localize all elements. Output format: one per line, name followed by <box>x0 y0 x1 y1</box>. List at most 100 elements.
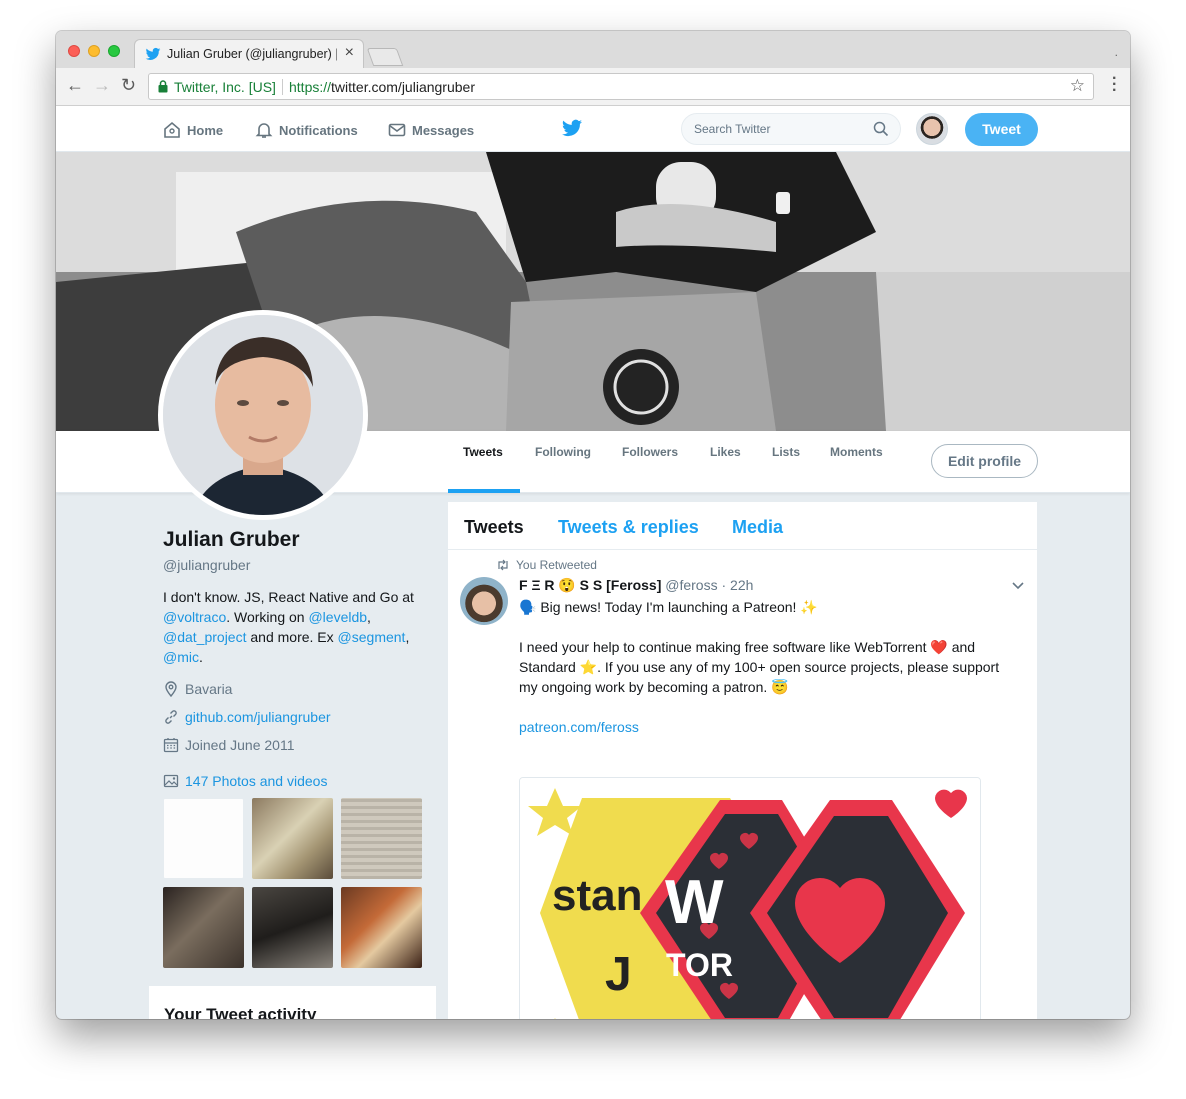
photos-videos-label[interactable]: 147 Photos and videos <box>185 773 327 789</box>
profile-tab-following[interactable]: Following <box>535 445 591 459</box>
tab-strip: Julian Gruber (@juliangruber) | × . <box>56 31 1130 68</box>
retweet-context: You Retweeted <box>496 558 597 572</box>
nav-home[interactable]: Home <box>163 121 223 139</box>
location-text: Bavaria <box>185 681 233 697</box>
envelope-icon <box>388 123 406 137</box>
tweet-button[interactable]: Tweet <box>965 113 1038 146</box>
profile-joined: Joined June 2011 <box>163 737 295 753</box>
tweet-text: 🗣️ Big news! Today I'm launching a Patre… <box>519 597 1019 737</box>
timeline-tabs: Tweets Tweets & replies Media <box>448 502 1037 550</box>
tweet-activity-card: Your Tweet activity <box>149 986 436 1019</box>
nav-notifications-label: Notifications <box>279 122 358 138</box>
new-tab-button[interactable] <box>366 48 404 66</box>
bio-text: . Working on <box>226 609 309 625</box>
minimize-window-button[interactable] <box>88 45 100 57</box>
profile-avatar-illustration <box>163 315 363 515</box>
profile-avatar[interactable] <box>158 310 368 520</box>
link-icon <box>165 710 177 724</box>
address-bar[interactable]: Twitter, Inc. [US] https://twitter.com/j… <box>148 73 1094 100</box>
browser-window: Julian Gruber (@juliangruber) | × . ← → … <box>56 31 1130 1019</box>
profile-name: Julian Gruber <box>163 528 300 551</box>
media-thumbnail[interactable] <box>252 887 333 968</box>
retweet-label: You Retweeted <box>516 558 597 572</box>
timeline-tab-media[interactable]: Media <box>732 517 783 538</box>
profile-tab-moments[interactable]: Moments <box>830 445 883 459</box>
profile-website[interactable]: github.com/juliangruber <box>163 709 331 725</box>
search-icon[interactable] <box>873 121 889 137</box>
photo-icon <box>163 774 179 788</box>
edit-profile-button[interactable]: Edit profile <box>931 444 1038 478</box>
card-text: TOR <box>666 947 733 983</box>
tweet-time[interactable]: · 22h <box>721 577 753 593</box>
profile-bio: I don't know. JS, React Native and Go at… <box>163 587 433 667</box>
media-thumbnail[interactable] <box>163 798 244 879</box>
bookmark-star-icon[interactable]: ☆ <box>1070 76 1085 96</box>
tweet-activity-title: Your Tweet activity <box>164 1005 317 1019</box>
forward-arrow-icon[interactable]: → <box>93 75 111 96</box>
nav-messages-label: Messages <box>412 122 475 138</box>
lock-icon <box>158 80 168 93</box>
bio-mention-segment[interactable]: @segment <box>338 629 406 645</box>
nav-notifications[interactable]: Notifications <box>255 121 358 139</box>
calendar-icon <box>163 738 179 753</box>
bio-mention-dat-project[interactable]: @dat_project <box>163 629 246 645</box>
site-identity: Twitter, Inc. [US] <box>174 79 276 95</box>
account-avatar[interactable] <box>916 113 948 145</box>
profile-tab-followers[interactable]: Followers <box>622 445 678 459</box>
tweet-author-handle[interactable]: @feross <box>665 577 717 593</box>
tweet-link[interactable]: patreon.com/feross <box>519 719 639 735</box>
search-input[interactable]: Search Twitter <box>681 113 901 145</box>
browser-toolbar: ← → ↻ Twitter, Inc. [US] https://twitter… <box>56 68 1130 106</box>
profile-tab-likes[interactable]: Likes <box>710 445 741 459</box>
nav-messages[interactable]: Messages <box>388 121 474 139</box>
media-thumbnail[interactable] <box>341 798 422 879</box>
card-text: stan <box>552 871 642 920</box>
tweet-media-card[interactable]: stan J W TOR <box>519 777 981 1019</box>
bio-mention-voltraco[interactable]: @voltraco <box>163 609 226 625</box>
browser-tab[interactable]: Julian Gruber (@juliangruber) | × <box>134 39 364 68</box>
reload-icon[interactable]: ↻ <box>121 75 136 96</box>
bio-text: and more. Ex <box>246 629 338 645</box>
tab-title: Julian Gruber (@juliangruber) | <box>167 47 337 61</box>
retweet-icon <box>498 559 508 571</box>
tweet-author-avatar[interactable] <box>460 577 508 625</box>
browser-menu-icon[interactable]: · · · <box>1112 71 1117 99</box>
active-tab-underline <box>448 489 520 493</box>
close-window-button[interactable] <box>68 45 80 57</box>
bio-text: , <box>405 629 410 645</box>
tweet-author-bracket[interactable]: [Feross] <box>606 577 661 593</box>
tweet-header: F Ξ R 😲 S S [Feross] @feross · 22h <box>519 577 753 594</box>
tweet-line: I need your help to continue making free… <box>519 639 1000 695</box>
chevron-down-icon[interactable] <box>1011 578 1025 592</box>
back-arrow-icon[interactable]: ← <box>66 75 84 96</box>
tweet-author-name[interactable]: F Ξ R 😲 S S <box>519 577 602 593</box>
website-link[interactable]: github.com/juliangruber <box>185 709 331 725</box>
media-thumbnail[interactable] <box>341 887 422 968</box>
omnibox-separator <box>282 79 283 95</box>
photos-videos-link[interactable]: 147 Photos and videos <box>163 773 327 789</box>
twitter-bird-icon <box>145 47 161 60</box>
media-thumbnail[interactable] <box>163 887 244 968</box>
bio-mention-mic[interactable]: @mic <box>163 649 199 665</box>
joined-text: Joined June 2011 <box>185 737 295 753</box>
profile-tab-tweets[interactable]: Tweets <box>463 445 503 459</box>
twitter-bird-icon[interactable] <box>561 118 583 138</box>
tweet-line: 🗣️ Big news! Today I'm launching a Patre… <box>519 599 818 615</box>
timeline-tab-replies[interactable]: Tweets & replies <box>558 517 699 538</box>
profile-handle: @juliangruber <box>163 557 251 573</box>
url-text: https://twitter.com/juliangruber <box>289 79 475 95</box>
close-tab-icon[interactable]: × <box>345 44 354 62</box>
home-icon <box>164 121 180 138</box>
profile-location: Bavaria <box>163 681 232 697</box>
timeline-tab-tweets[interactable]: Tweets <box>464 517 524 538</box>
zoom-window-button[interactable] <box>108 45 120 57</box>
card-text: J <box>605 948 632 1001</box>
timeline: Tweets Tweets & replies Media You Retwee… <box>448 502 1037 1019</box>
bio-mention-leveldb[interactable]: @leveldb <box>308 609 367 625</box>
location-icon <box>165 681 177 697</box>
strip-dot: . <box>1114 45 1118 59</box>
profile-tab-lists[interactable]: Lists <box>772 445 800 459</box>
card-text: W <box>665 868 724 937</box>
bio-text: , <box>367 609 371 625</box>
media-thumbnail[interactable] <box>252 798 333 879</box>
